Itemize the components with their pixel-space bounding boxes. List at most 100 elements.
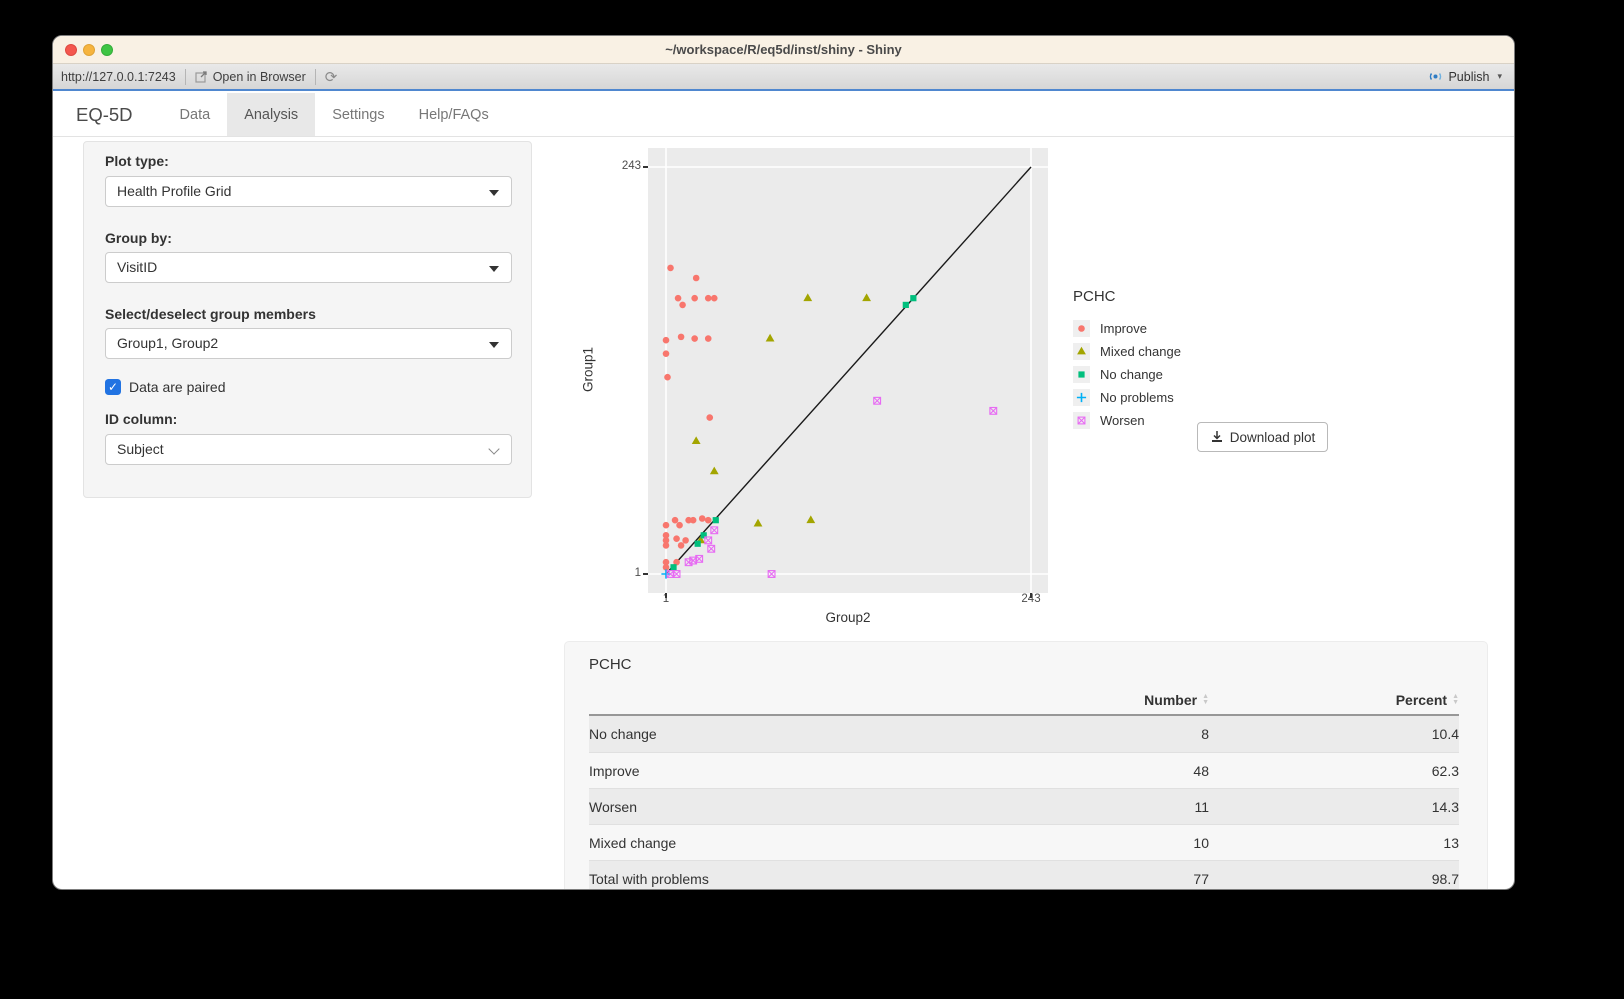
legend-item-label: No problems: [1100, 390, 1174, 405]
publish-icon: [1428, 69, 1443, 84]
row-label: Total with problems: [589, 871, 969, 887]
row-percent-value: 14.3: [1209, 799, 1459, 815]
x-axis-title: Group2: [648, 610, 1048, 625]
group-members-label: Select/deselect group members: [105, 306, 316, 322]
row-percent-value: 13: [1209, 835, 1459, 851]
row-percent-value: 10.4: [1209, 726, 1459, 742]
legend-key-icon: [1073, 343, 1090, 360]
table-row: Mixed change 10 13: [589, 824, 1459, 860]
row-number-value: 11: [969, 799, 1209, 815]
tab-settings[interactable]: Settings: [315, 93, 401, 136]
row-number-value: 8: [969, 726, 1209, 742]
group-members-select[interactable]: Group1, Group2: [105, 328, 512, 359]
data-are-paired-checkbox[interactable]: ✓: [105, 379, 121, 395]
legend-item: Improve: [1073, 317, 1181, 340]
table-row: No change 8 10.4: [589, 716, 1459, 752]
data-are-paired-label: Data are paired: [129, 379, 226, 395]
publish-caret-icon: ▾: [1497, 71, 1502, 82]
row-number-value: 77: [969, 871, 1209, 887]
legend-item: No problems: [1073, 386, 1181, 409]
sort-icon[interactable]: ▲▼: [1452, 694, 1459, 706]
chevron-down-icon: [489, 266, 499, 272]
chevron-down-icon: [489, 190, 499, 196]
legend-key-icon: [1073, 320, 1090, 337]
column-header-percent-label: Percent: [1396, 692, 1447, 708]
download-plot-label: Download plot: [1230, 430, 1316, 445]
legend-item: Mixed change: [1073, 340, 1181, 363]
scatter-plot: [648, 148, 1048, 593]
row-number-value: 48: [969, 763, 1209, 779]
y-axis-title: Group1: [581, 340, 596, 400]
legend-item-label: Mixed change: [1100, 344, 1181, 359]
tab-data[interactable]: Data: [163, 93, 228, 136]
column-header-number[interactable]: Number ▲▼: [969, 692, 1209, 708]
publish-button[interactable]: Publish ▾: [1428, 69, 1514, 84]
legend-title: PCHC: [1073, 288, 1181, 305]
table-body: No change 8 10.4 Improve 48 62.3 Worsen …: [589, 716, 1459, 890]
table-row: Total with problems 77 98.7: [589, 860, 1459, 890]
tick-mark: [665, 593, 667, 598]
column-header-number-label: Number: [1144, 692, 1197, 708]
row-percent-value: 62.3: [1209, 763, 1459, 779]
table-header-row: Number ▲▼ Percent ▲▼: [589, 686, 1459, 716]
legend-key-icon: [1073, 389, 1090, 406]
titlebar: ~/workspace/R/eq5d/inst/shiny - Shiny: [53, 36, 1514, 64]
analysis-sidebar: Plot type: Health Profile Grid Group by:…: [83, 141, 532, 498]
window-title: ~/workspace/R/eq5d/inst/shiny - Shiny: [53, 36, 1514, 64]
row-label: Improve: [589, 763, 969, 779]
open-in-browser-icon: [195, 70, 208, 83]
tick-mark: [643, 573, 648, 575]
open-in-browser-button[interactable]: Open in Browser: [195, 70, 306, 84]
row-label: Mixed change: [589, 835, 969, 851]
paired-checkbox-row: ✓ Data are paired: [105, 379, 226, 395]
legend-item-label: Improve: [1100, 321, 1147, 336]
tick-mark: [643, 166, 648, 168]
row-label: Worsen: [589, 799, 969, 815]
legend-item-label: No change: [1100, 367, 1163, 382]
open-in-browser-label: Open in Browser: [213, 70, 306, 84]
sort-icon[interactable]: ▲▼: [1202, 694, 1209, 706]
pchc-table: Number ▲▼ Percent ▲▼ No change 8 10.4 Im…: [589, 686, 1459, 890]
id-column-label: ID column:: [105, 411, 177, 427]
screenshot-stage: ~/workspace/R/eq5d/inst/shiny - Shiny ht…: [0, 0, 1624, 999]
row-label: No change: [589, 726, 969, 742]
table-row: Worsen 11 14.3: [589, 788, 1459, 824]
id-column-select[interactable]: Subject: [105, 434, 512, 465]
y-axis-tick-label: 243: [601, 160, 641, 172]
url-text: http://127.0.0.1:7243: [61, 70, 176, 84]
download-plot-button[interactable]: Download plot: [1197, 422, 1328, 452]
publish-label: Publish: [1448, 70, 1489, 84]
legend-key-icon: [1073, 366, 1090, 383]
group-by-value: VisitID: [117, 259, 157, 275]
toolbar-divider: [185, 69, 186, 85]
legend-item: No change: [1073, 363, 1181, 386]
plot-type-select[interactable]: Health Profile Grid: [105, 176, 512, 207]
legend-item: Worsen: [1073, 409, 1181, 432]
plot-type-value: Health Profile Grid: [117, 183, 231, 199]
y-axis-tick-label: 1: [601, 567, 641, 579]
tab-help-faqs[interactable]: Help/FAQs: [402, 93, 506, 136]
row-number-value: 10: [969, 835, 1209, 851]
group-by-select[interactable]: VisitID: [105, 252, 512, 283]
tick-mark: [1030, 593, 1032, 598]
shiny-app-window: ~/workspace/R/eq5d/inst/shiny - Shiny ht…: [52, 35, 1515, 890]
id-column-value: Subject: [117, 441, 164, 457]
viewer-toolbar: http://127.0.0.1:7243 Open in Browser ⟳ …: [53, 64, 1514, 91]
row-percent-value: 98.7: [1209, 871, 1459, 887]
refresh-icon[interactable]: ⟳: [325, 68, 338, 86]
app-brand: EQ-5D: [53, 93, 163, 136]
plot-legend: PCHC Improve Mixed change No change No p…: [1073, 288, 1181, 432]
chevron-down-icon: [488, 443, 499, 454]
download-icon: [1210, 430, 1224, 444]
table-row: Improve 48 62.3: [589, 752, 1459, 788]
plot-type-label: Plot type:: [105, 153, 169, 169]
column-header-percent[interactable]: Percent ▲▼: [1209, 692, 1459, 708]
legend-key-icon: [1073, 412, 1090, 429]
chevron-down-icon: [489, 342, 499, 348]
health-profile-grid-panel: [648, 148, 1048, 593]
group-members-value: Group1, Group2: [117, 335, 218, 351]
pchc-table-card: PCHC Number ▲▼ Percent ▲▼ No change 8 10…: [564, 641, 1488, 890]
tab-analysis[interactable]: Analysis: [227, 93, 315, 136]
toolbar-divider: [315, 69, 316, 85]
app-navbar: EQ-5D Data Analysis Settings Help/FAQs: [53, 93, 1514, 137]
